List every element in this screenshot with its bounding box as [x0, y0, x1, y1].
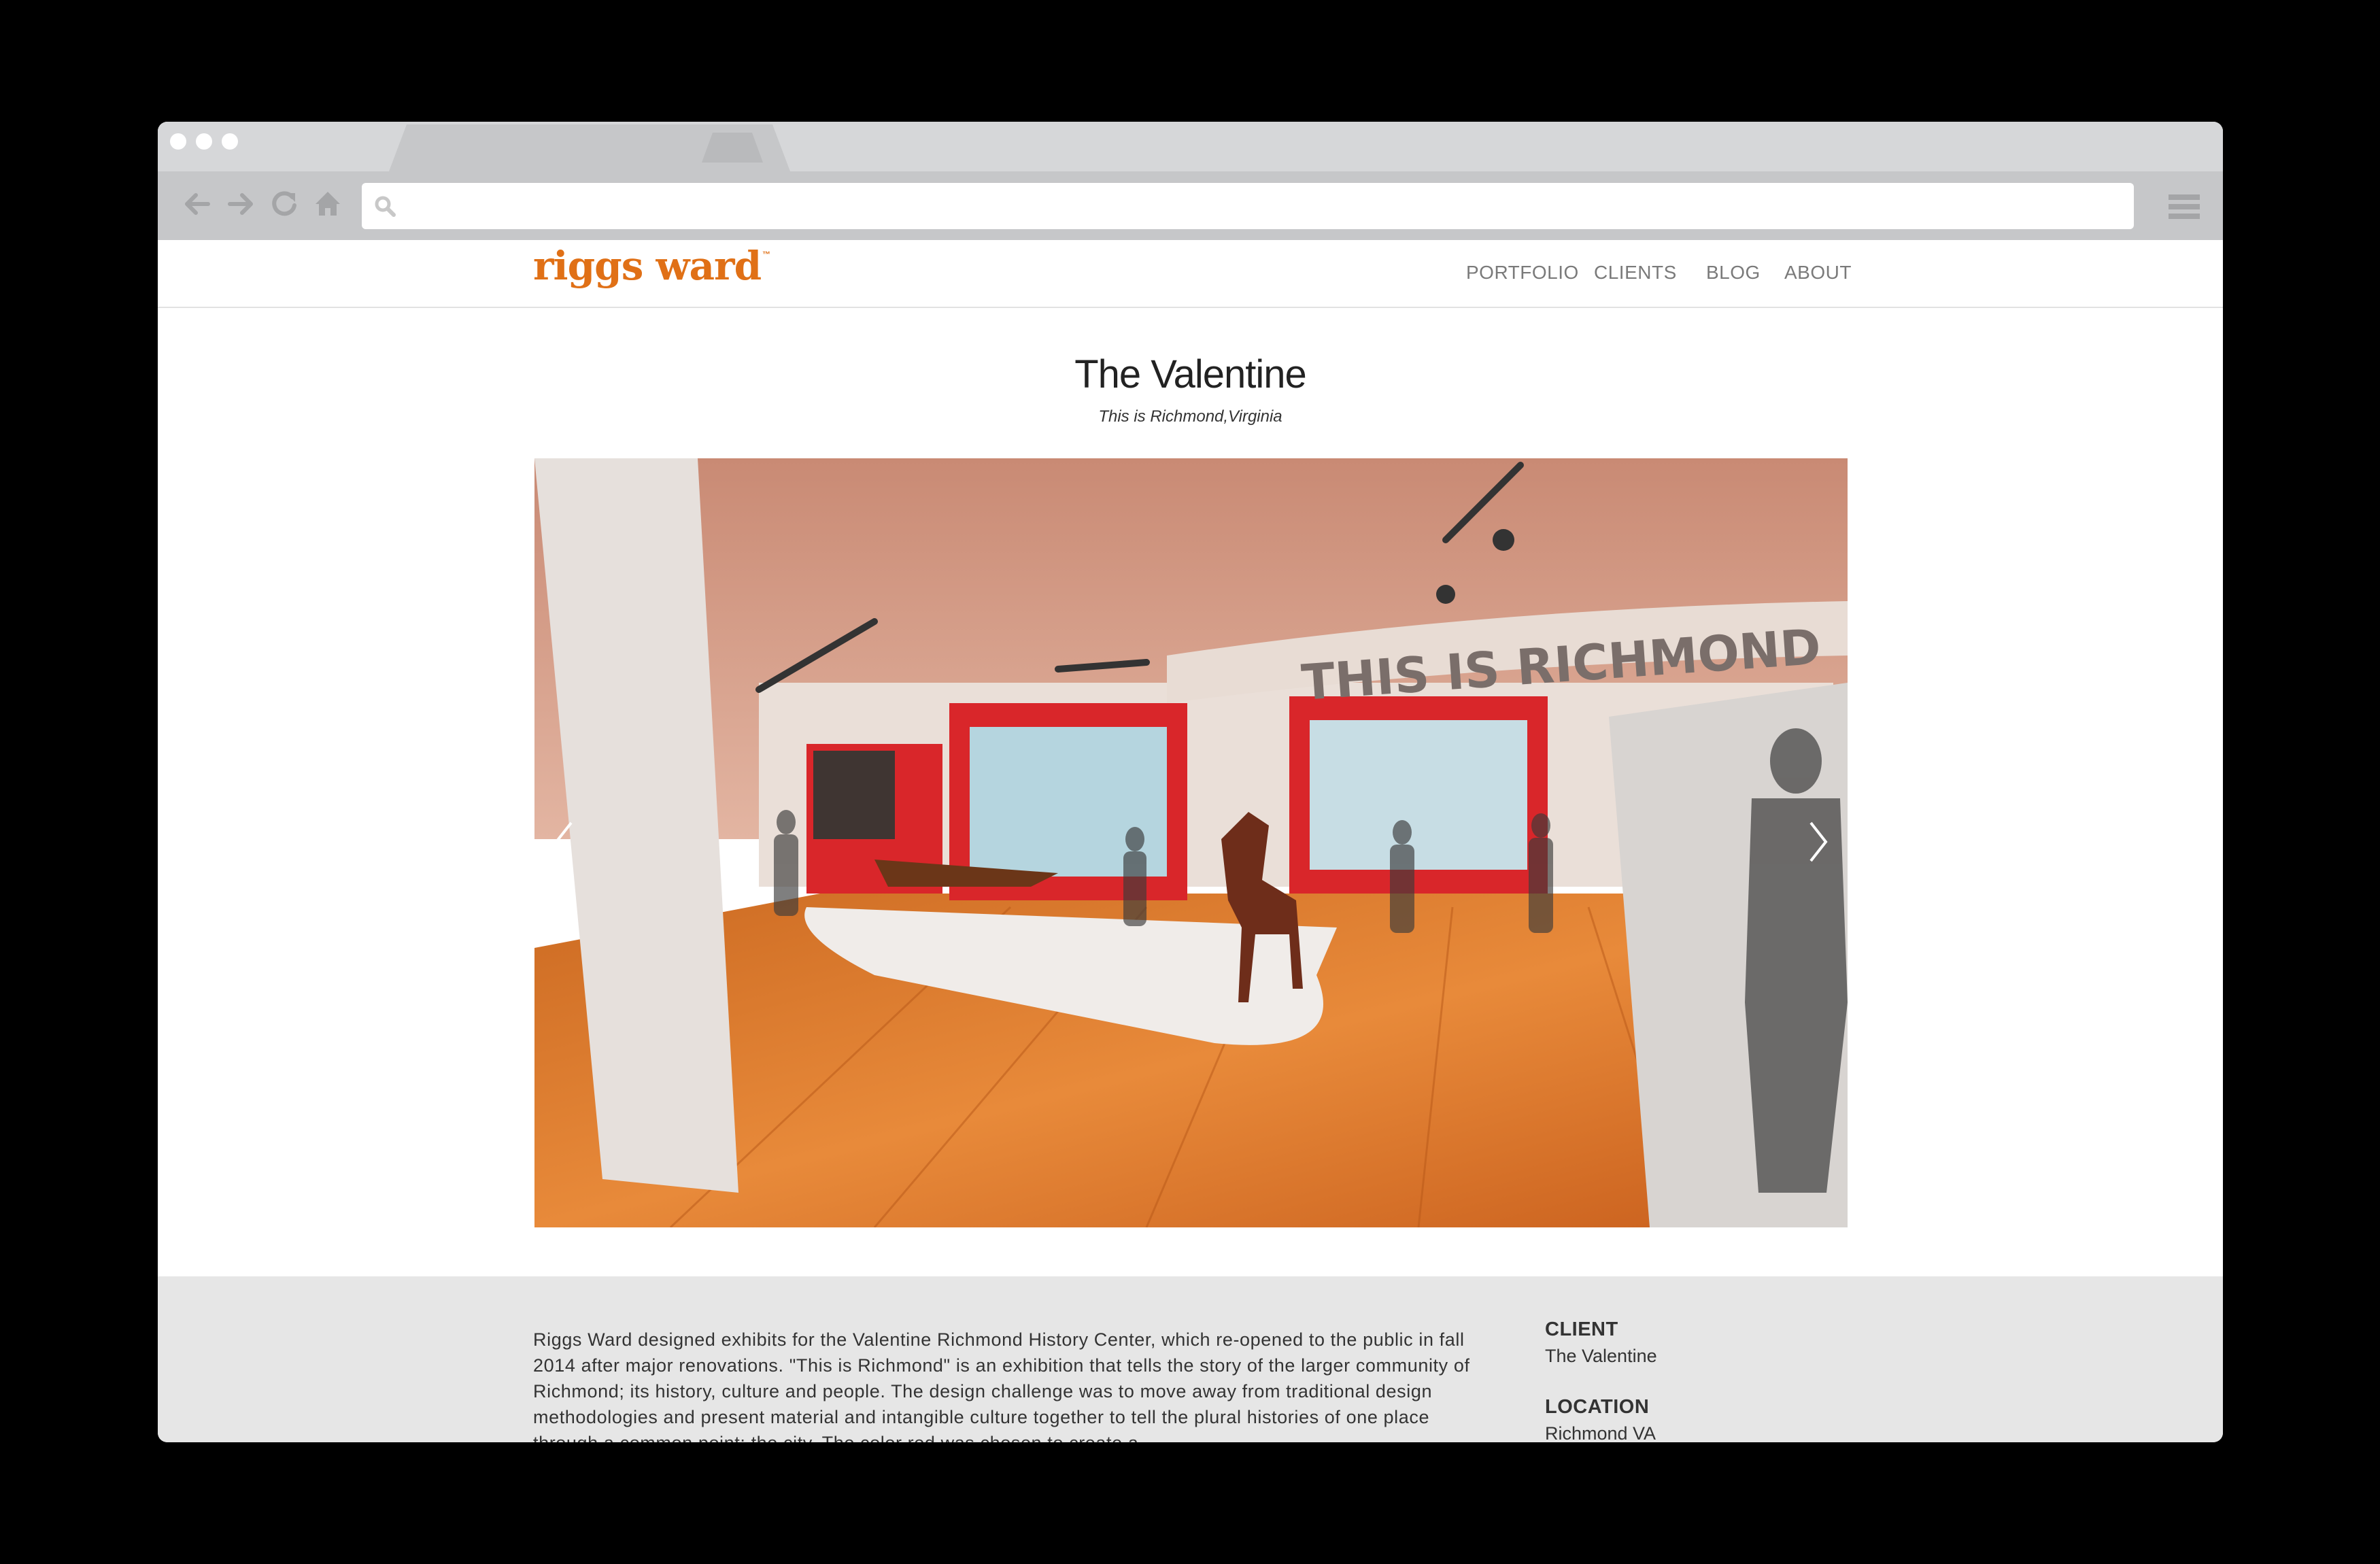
- reload-button[interactable]: [265, 185, 303, 223]
- window-minimize-dot[interactable]: [196, 133, 212, 150]
- tab-strip: ×: [158, 122, 2223, 171]
- reload-icon: [272, 191, 296, 216]
- browser-toolbar: [158, 171, 2223, 240]
- nav-blog[interactable]: BLOG: [1706, 262, 1761, 284]
- search-icon: [375, 196, 396, 217]
- window-maximize-dot[interactable]: [222, 133, 238, 150]
- arrow-right-icon: [228, 193, 253, 215]
- window-close-dot[interactable]: [170, 133, 186, 150]
- client-label: CLIENT: [1545, 1319, 1618, 1340]
- nav-portfolio[interactable]: PORTFOLIO: [1466, 262, 1579, 284]
- slider-next-icon[interactable]: [1801, 815, 1835, 869]
- page-title: The Valentine: [1074, 352, 1307, 396]
- tab-close-icon[interactable]: ×: [895, 133, 908, 156]
- slider-prev-icon[interactable]: [547, 815, 581, 869]
- location-label: LOCATION: [1545, 1396, 1650, 1418]
- nav-about[interactable]: ABOUT: [1784, 262, 1852, 284]
- back-button[interactable]: [178, 185, 216, 223]
- address-bar[interactable]: [362, 183, 2134, 229]
- riggs-ward-logo[interactable]: riggs ward ™: [533, 243, 770, 289]
- project-description: Riggs Ward designed exhibits for the Val…: [533, 1329, 1470, 1442]
- home-button[interactable]: [309, 185, 347, 223]
- client-value: The Valentine: [1545, 1346, 1657, 1366]
- project-details: Riggs Ward designed exhibits for the Val…: [158, 1276, 2223, 1442]
- image-slider[interactable]: THIS IS RICHMOND: [534, 458, 1848, 1227]
- home-icon: [316, 192, 340, 216]
- nav-clients[interactable]: CLIENTS: [1594, 262, 1677, 284]
- page-subtitle: This is Richmond,Virginia: [1098, 407, 1282, 426]
- arrow-left-icon: [185, 193, 210, 215]
- logo-trademark: ™: [762, 250, 770, 259]
- location-value: Richmond VA: [1545, 1423, 1656, 1442]
- hamburger-menu-icon[interactable]: [2169, 194, 2200, 220]
- site-header: riggs ward ™ PORTFOLIO CLIENTS BLOG ABOUT: [158, 240, 2223, 308]
- forward-button[interactable]: [222, 185, 260, 223]
- browser-window: × riggs ward ™ PORTFOLIO CLIENTS BLOG AB…: [158, 122, 2223, 1442]
- logo-text: riggs ward: [533, 243, 762, 289]
- exhibit-photo: THIS IS RICHMOND: [534, 458, 1848, 1227]
